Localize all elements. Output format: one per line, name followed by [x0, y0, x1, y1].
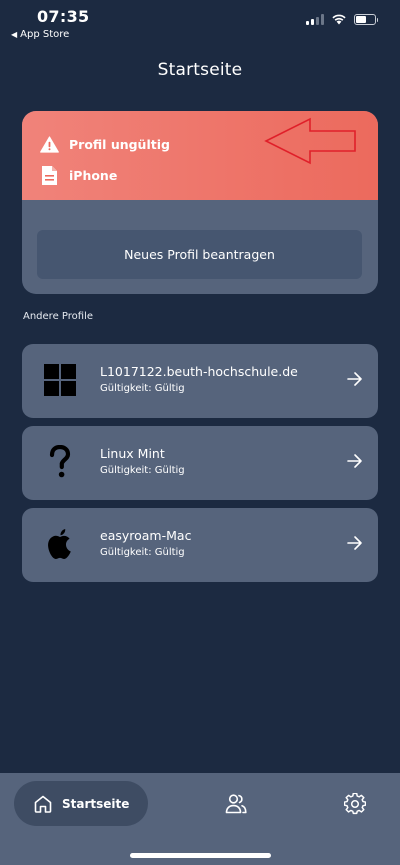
- profile-status-row: Profil ungültig: [40, 136, 170, 153]
- profile-card[interactable]: Linux Mint Gültigkeit: Gültig: [22, 426, 378, 500]
- home-indicator: [130, 853, 271, 858]
- wifi-icon: [332, 14, 346, 25]
- arrow-right-icon: [347, 372, 362, 386]
- nav-item-home[interactable]: Startseite: [14, 781, 148, 826]
- request-new-profile-button[interactable]: Neues Profil beantragen: [37, 230, 362, 279]
- profile-name: easyroam-Mac: [100, 528, 192, 543]
- back-triangle-icon: ◀: [11, 30, 18, 39]
- profile-validity: Gültigkeit: Gültig: [100, 383, 185, 394]
- people-icon[interactable]: [224, 793, 248, 815]
- home-icon: [34, 795, 52, 813]
- status-icons: [306, 13, 378, 25]
- profile-card[interactable]: easyroam-Mac Gültigkeit: Gültig: [22, 508, 378, 582]
- profile-device-label: iPhone: [69, 168, 118, 183]
- warning-icon: [40, 136, 59, 153]
- page-title: Startseite: [157, 60, 243, 80]
- gear-icon[interactable]: [344, 793, 366, 815]
- status-bar: 07:35 ◀ App Store: [0, 0, 400, 44]
- profile-validity: Gültigkeit: Gültig: [100, 465, 185, 476]
- bottom-navigation: Startseite: [0, 773, 400, 865]
- profile-name: Linux Mint: [100, 446, 165, 461]
- back-to-app-store-link[interactable]: ◀ App Store: [11, 29, 69, 40]
- profile-status-label: Profil ungültig: [69, 137, 170, 152]
- profile-validity: Gültigkeit: Gültig: [100, 547, 185, 558]
- profile-card[interactable]: L1017122.beuth-hochschule.de Gültigkeit:…: [22, 344, 378, 418]
- back-app-label: App Store: [20, 29, 70, 40]
- apple-icon: [42, 526, 78, 562]
- document-icon: [42, 166, 57, 185]
- other-profiles-heading: Andere Profile: [23, 311, 93, 322]
- question-mark-icon: [42, 444, 78, 480]
- arrow-right-icon: [347, 454, 362, 468]
- windows-icon: [42, 362, 78, 398]
- annotation-arrow-icon: [264, 117, 356, 165]
- battery-icon: [354, 13, 378, 25]
- status-time: 07:35: [37, 7, 90, 26]
- nav-home-label: Startseite: [62, 796, 130, 811]
- profile-device-row: iPhone: [40, 165, 117, 186]
- cellular-signal-icon: [306, 13, 324, 25]
- profile-name: L1017122.beuth-hochschule.de: [100, 364, 298, 379]
- arrow-right-icon: [347, 536, 362, 550]
